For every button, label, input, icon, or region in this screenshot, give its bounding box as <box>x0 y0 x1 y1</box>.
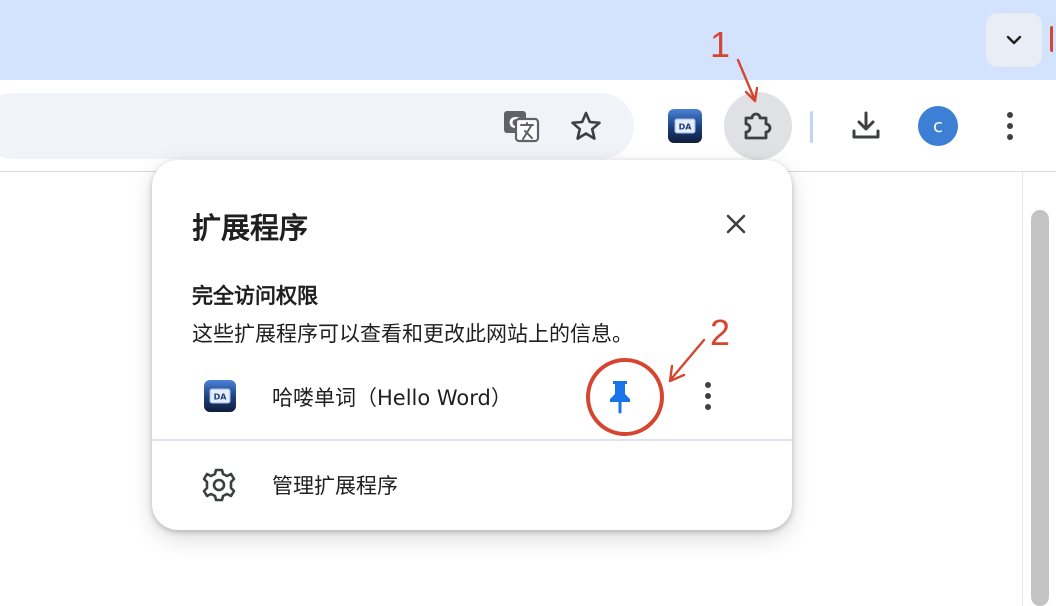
extensions-popup: 扩展程序 完全访问权限 这些扩展程序可以查看和更改此网站上的信息。 DA 哈喽单… <box>152 160 792 530</box>
bookmark-star-button[interactable] <box>560 100 612 152</box>
tab-search-button[interactable] <box>986 13 1042 67</box>
extension-more-button[interactable] <box>688 374 728 418</box>
hello-word-app-icon: DA <box>668 109 702 143</box>
extensions-button[interactable] <box>724 92 792 160</box>
avatar: c <box>918 106 958 146</box>
translate-button[interactable]: G <box>495 100 547 152</box>
section-title: 完全访问权限 <box>192 284 318 308</box>
toolbar: G DA <box>0 80 1056 172</box>
section-description: 这些扩展程序可以查看和更改此网站上的信息。 <box>192 322 633 346</box>
svg-text:DA: DA <box>214 393 228 402</box>
annotation-step-1: 1 <box>710 24 731 65</box>
svg-text:DA: DA <box>679 123 693 132</box>
translate-icon: G <box>504 111 540 143</box>
scrollbar-thumb[interactable] <box>1031 210 1049 606</box>
download-icon <box>852 111 880 139</box>
toolbar-separator <box>810 111 813 143</box>
pin-button[interactable] <box>598 374 642 418</box>
gear-icon <box>202 468 236 502</box>
close-icon <box>726 214 746 234</box>
close-button[interactable] <box>714 202 758 246</box>
manage-extensions-label: 管理扩展程序 <box>272 474 398 498</box>
edge-marker <box>1050 26 1054 52</box>
extension-name: 哈喽单词（Hello Word） <box>272 386 512 410</box>
more-vert-icon <box>705 382 711 410</box>
tab-strip <box>0 0 1056 80</box>
chevron-down-icon <box>1006 35 1022 45</box>
extensions-puzzle-icon <box>744 112 772 140</box>
browser-menu-button[interactable] <box>984 100 1036 152</box>
pin-icon <box>610 381 630 414</box>
more-vert-icon <box>1007 112 1013 140</box>
address-bar[interactable]: G <box>0 93 634 159</box>
hello-word-extension-icon: DA <box>204 380 236 412</box>
downloads-button[interactable] <box>840 100 892 152</box>
popup-divider <box>152 439 792 441</box>
annotation-step-2: 2 <box>710 312 731 353</box>
bookmark-star-icon <box>571 111 601 140</box>
profile-button[interactable]: c <box>912 100 964 152</box>
popup-title: 扩展程序 <box>192 211 309 245</box>
manage-extensions-item[interactable]: 管理扩展程序 <box>152 442 792 526</box>
hello-word-toolbar-button[interactable]: DA <box>659 100 711 152</box>
browser-window: G DA <box>0 0 1056 606</box>
extension-row[interactable]: DA 哈喽单词（Hello Word） <box>152 364 792 436</box>
